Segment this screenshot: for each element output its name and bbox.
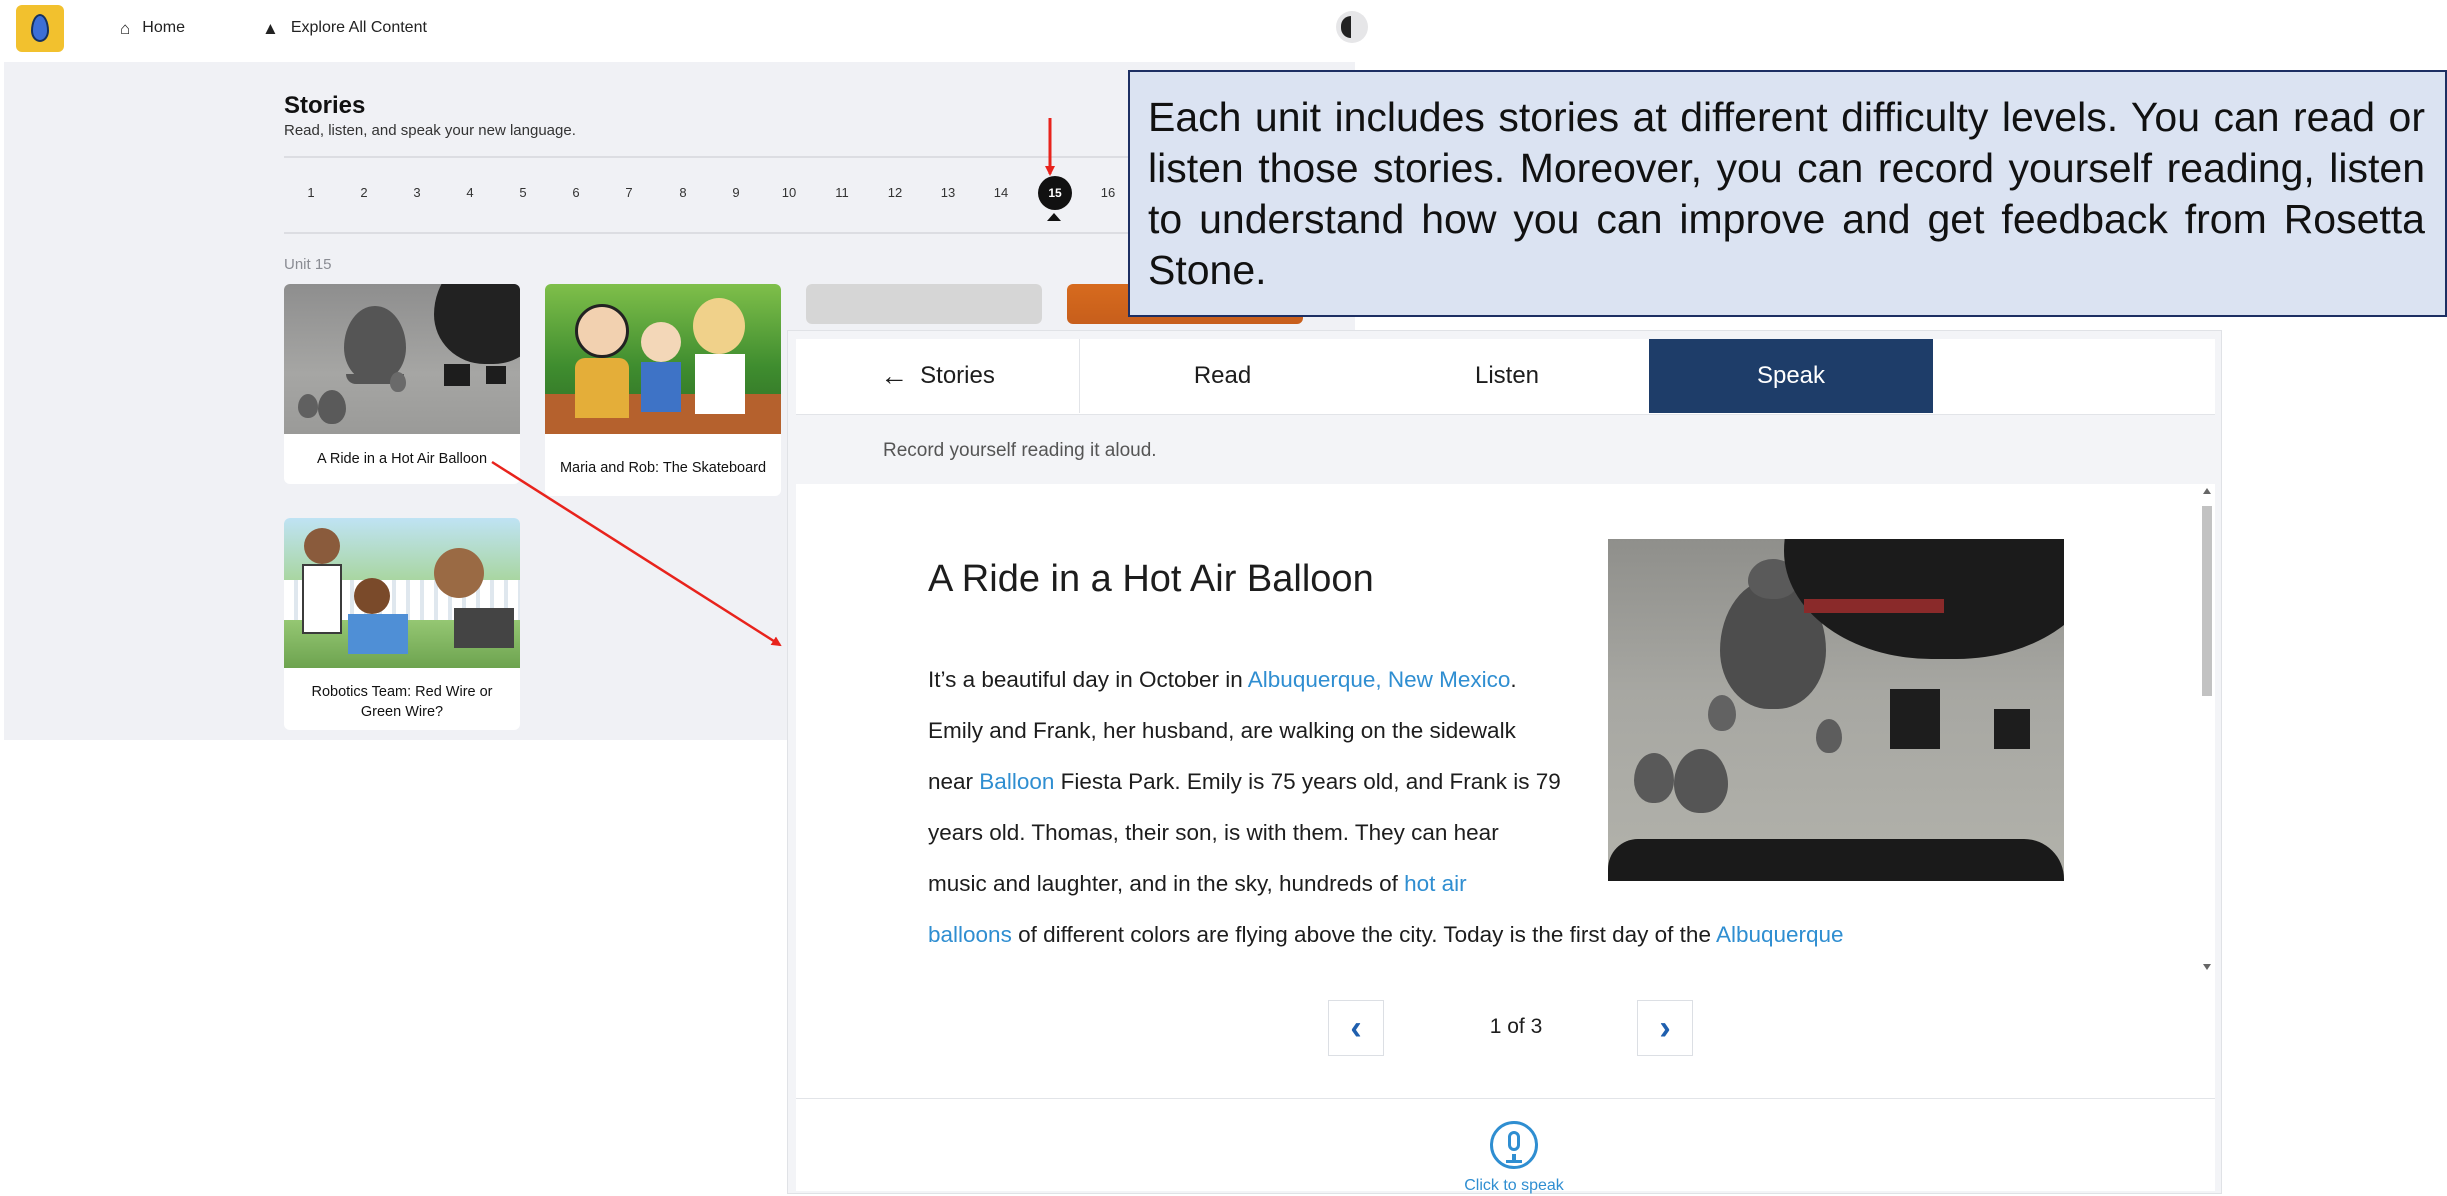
unit-11-button[interactable]: 11 bbox=[825, 176, 859, 210]
unit-1-button[interactable]: 1 bbox=[294, 176, 328, 210]
story-line: music and laughter, and in the sky, hund… bbox=[928, 858, 1978, 909]
previous-page-button[interactable]: ‹ bbox=[1328, 1000, 1384, 1056]
story-mode-tabs: ← Stories Read Listen Speak bbox=[796, 339, 2215, 415]
next-page-button[interactable]: › bbox=[1637, 1000, 1693, 1056]
story-scrollbar[interactable] bbox=[2199, 484, 2215, 981]
story-line: It’s a beautiful day in October in Albuq… bbox=[928, 654, 1978, 705]
microphone-icon[interactable] bbox=[1490, 1121, 1538, 1169]
nav-explore-label: Explore All Content bbox=[290, 19, 427, 36]
scroll-down-arrow-icon[interactable] bbox=[2203, 964, 2211, 970]
page-subtitle: Read, listen, and speak your new languag… bbox=[284, 122, 576, 139]
unit-9-button[interactable]: 9 bbox=[719, 176, 753, 210]
account-half-icon bbox=[1341, 16, 1351, 38]
account-button[interactable] bbox=[1336, 11, 1368, 43]
instruction-bar: Record yourself reading it aloud. bbox=[796, 416, 2215, 484]
story-text-segment: of different colors are flying above the… bbox=[1011, 922, 1716, 947]
unit-5-button[interactable]: 5 bbox=[506, 176, 540, 210]
logo-drop-icon bbox=[31, 14, 49, 42]
page-title: Stories bbox=[284, 92, 366, 119]
glossary-link[interactable]: Albuquerque, New Mexico bbox=[1248, 667, 1511, 692]
story-card-maria-and-rob[interactable]: Maria and Rob: The Skateboard bbox=[545, 284, 781, 496]
story-reader[interactable]: A Ride in a Hot Air Balloon It’s a beaut… bbox=[796, 484, 2199, 981]
story-line: years old. Thomas, their son, is with th… bbox=[928, 807, 1978, 858]
unit-12-button[interactable]: 12 bbox=[878, 176, 912, 210]
glossary-link[interactable]: Albuquerque bbox=[1716, 922, 1844, 947]
nav-home[interactable]: ⌂ Home bbox=[120, 16, 185, 40]
unit-6-button[interactable]: 6 bbox=[559, 176, 593, 210]
unit-10-button[interactable]: 10 bbox=[772, 176, 806, 210]
story-text-segment: music and laughter, and in the sky, hund… bbox=[928, 871, 1405, 896]
app-logo[interactable] bbox=[16, 5, 64, 52]
unit-14-button[interactable]: 14 bbox=[984, 176, 1018, 210]
arrow-left-icon: ← bbox=[880, 360, 909, 391]
glossary-link[interactable]: hot air bbox=[1404, 871, 1467, 896]
unit-4-button[interactable]: 4 bbox=[453, 176, 487, 210]
nav-home-label: Home bbox=[142, 19, 185, 36]
story-title: A Ride in a Hot Air Balloon bbox=[928, 558, 1374, 600]
unit-label: Unit 15 bbox=[284, 256, 332, 273]
top-navigation-bar: ⌂ Home ▲ Explore All Content bbox=[0, 0, 1368, 62]
page-navigator: ‹ 1 of 3 › bbox=[796, 981, 2215, 1099]
story-text-segment: Fiesta Park. Emily is 75 years old, and … bbox=[1054, 769, 1561, 794]
story-thumbnail-garden bbox=[545, 284, 781, 434]
story-thumbnail-balloon bbox=[284, 284, 520, 434]
unit-16-button[interactable]: 16 bbox=[1091, 176, 1125, 210]
story-line: balloons of different colors are flying … bbox=[928, 909, 1978, 960]
glossary-link[interactable]: Balloon bbox=[979, 769, 1054, 794]
story-card-title: Robotics Team: Red Wire or Green Wire? bbox=[311, 684, 493, 720]
scrollbar-thumb[interactable] bbox=[2202, 506, 2212, 696]
story-line: near Balloon Fiesta Park. Emily is 75 ye… bbox=[928, 756, 1978, 807]
glossary-link[interactable]: balloons bbox=[928, 922, 1012, 947]
story-thumbnail-partial bbox=[806, 284, 1042, 324]
story-card-robotics-team[interactable]: Robotics Team: Red Wire or Green Wire? bbox=[284, 518, 520, 730]
story-line: Emily and Frank, her husband, are walkin… bbox=[928, 705, 1978, 756]
chevron-right-icon: › bbox=[1659, 1008, 1671, 1047]
tab-listen[interactable]: Listen bbox=[1365, 339, 1649, 413]
chevron-left-icon: ‹ bbox=[1350, 1008, 1362, 1047]
unit-8-button[interactable]: 8 bbox=[666, 176, 700, 210]
back-label: Stories bbox=[920, 362, 995, 389]
story-detail-panel: ← Stories Read Listen Speak Record yours… bbox=[787, 330, 2222, 1194]
story-text-segment: near bbox=[928, 769, 980, 794]
story-thumbnail-yard bbox=[284, 518, 520, 668]
unit-15-button[interactable]: 15 bbox=[1038, 176, 1072, 210]
story-card-title: A Ride in a Hot Air Balloon bbox=[316, 451, 488, 467]
speak-control-area: Click to speak bbox=[796, 1099, 2215, 1194]
story-body-text: It’s a beautiful day in October in Albuq… bbox=[928, 654, 1978, 960]
back-to-stories-button[interactable]: ← Stories bbox=[796, 339, 1080, 413]
tab-speak[interactable]: Speak bbox=[1649, 339, 1933, 413]
tab-read[interactable]: Read bbox=[1080, 339, 1365, 413]
shapes-icon: ▲ bbox=[262, 18, 279, 38]
scroll-up-arrow-icon[interactable] bbox=[2203, 488, 2211, 494]
unit-13-button[interactable]: 13 bbox=[931, 176, 965, 210]
unit-2-button[interactable]: 2 bbox=[347, 176, 381, 210]
page-count: 1 of 3 bbox=[1489, 1015, 1543, 1038]
story-text-segment: years old. Thomas, their son, is with th… bbox=[928, 820, 1499, 845]
unit-7-button[interactable]: 7 bbox=[612, 176, 646, 210]
instruction-text: Record yourself reading it aloud. bbox=[883, 440, 1157, 461]
home-icon: ⌂ bbox=[120, 18, 131, 38]
unit-3-button[interactable]: 3 bbox=[400, 176, 434, 210]
click-to-speak-label[interactable]: Click to speak bbox=[1364, 1177, 1664, 1195]
story-card-partial-gray[interactable] bbox=[806, 284, 1042, 324]
annotation-callout: Each unit includes stories at different … bbox=[1128, 70, 2447, 317]
story-text-segment: . bbox=[1510, 667, 1517, 692]
active-unit-caret bbox=[1047, 213, 1061, 221]
nav-explore-all-content[interactable]: ▲ Explore All Content bbox=[262, 16, 427, 40]
story-text-segment: It’s a beautiful day in October in bbox=[928, 667, 1248, 692]
story-card-title: Maria and Rob: The Skateboard bbox=[559, 460, 767, 476]
story-card-hot-air-balloon[interactable]: A Ride in a Hot Air Balloon bbox=[284, 284, 520, 484]
story-text-segment: Emily and Frank, her husband, are walkin… bbox=[928, 718, 1516, 743]
